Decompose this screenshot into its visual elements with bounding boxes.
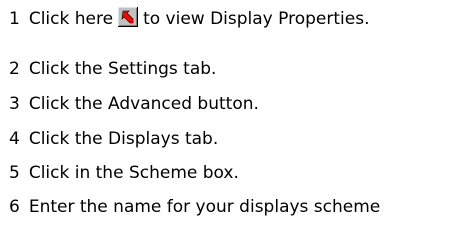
step-6: 6 Enter the name for your displays schem… [9,196,380,218]
step-number: 2 [9,59,20,79]
shortcut-arrow-icon[interactable] [118,7,139,27]
step-2: 2 Click the Settings tab. [9,58,216,80]
step-number: 4 [9,129,20,149]
step-text: Click in the Scheme box. [28,163,239,183]
step-5: 5 Click in the Scheme box. [9,162,239,184]
step-text: Click the Settings tab. [28,59,217,79]
step-4: 4 Click the Displays tab. [9,128,218,150]
step-1: 1 Click here to view Display Properties. [9,7,370,30]
step-text-before: Click here [28,9,114,29]
step-text: Click the Advanced button. [28,94,259,114]
step-number: 1 [9,9,20,29]
step-number: 6 [9,197,20,217]
step-3: 3 Click the Advanced button. [9,93,259,115]
step-number: 5 [9,163,20,183]
step-number: 3 [9,94,20,114]
step-text-after: to view Display Properties. [143,9,370,29]
step-text: Enter the name for your displays scheme [28,197,381,217]
step-text: Click the Displays tab. [28,129,219,149]
